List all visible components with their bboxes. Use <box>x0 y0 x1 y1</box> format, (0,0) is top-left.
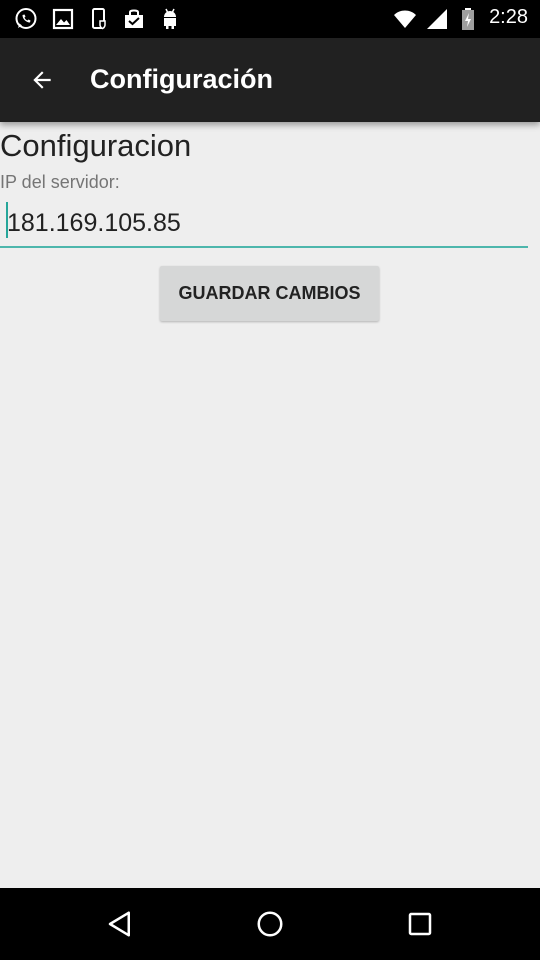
whatsapp-icon <box>15 8 37 29</box>
android-icon <box>164 8 176 29</box>
page-title: Configuración <box>90 64 273 94</box>
home-circle-icon <box>257 911 283 937</box>
signal-icon <box>427 9 447 29</box>
wifi-icon <box>394 10 416 28</box>
nav-home-button[interactable] <box>250 904 290 944</box>
ip-input[interactable] <box>6 200 535 246</box>
app-bar: Configuración <box>0 38 540 122</box>
status-time: 2:28 <box>489 6 528 28</box>
status-bar: 2:28 <box>0 0 540 38</box>
navigation-bar <box>0 888 540 960</box>
image-icon <box>52 8 74 30</box>
bag-icon <box>125 9 143 28</box>
recents-square-icon <box>408 912 432 936</box>
nav-recents-button[interactable] <box>400 904 440 944</box>
back-button[interactable] <box>18 56 66 104</box>
ip-input-underline <box>0 246 528 248</box>
ip-field-container <box>6 200 535 250</box>
battery-icon <box>462 8 474 30</box>
arrow-back-icon <box>33 71 51 89</box>
nav-back-button[interactable] <box>100 904 140 944</box>
main-content: Configuracion IP del servidor: GUARDAR C… <box>0 122 540 888</box>
back-triangle-icon <box>108 911 130 937</box>
save-changes-button[interactable]: GUARDAR CAMBIOS <box>160 266 379 321</box>
phone-shield-icon <box>92 8 106 30</box>
section-heading: Configuracion <box>0 128 192 163</box>
ip-label: IP del servidor: <box>0 172 120 192</box>
